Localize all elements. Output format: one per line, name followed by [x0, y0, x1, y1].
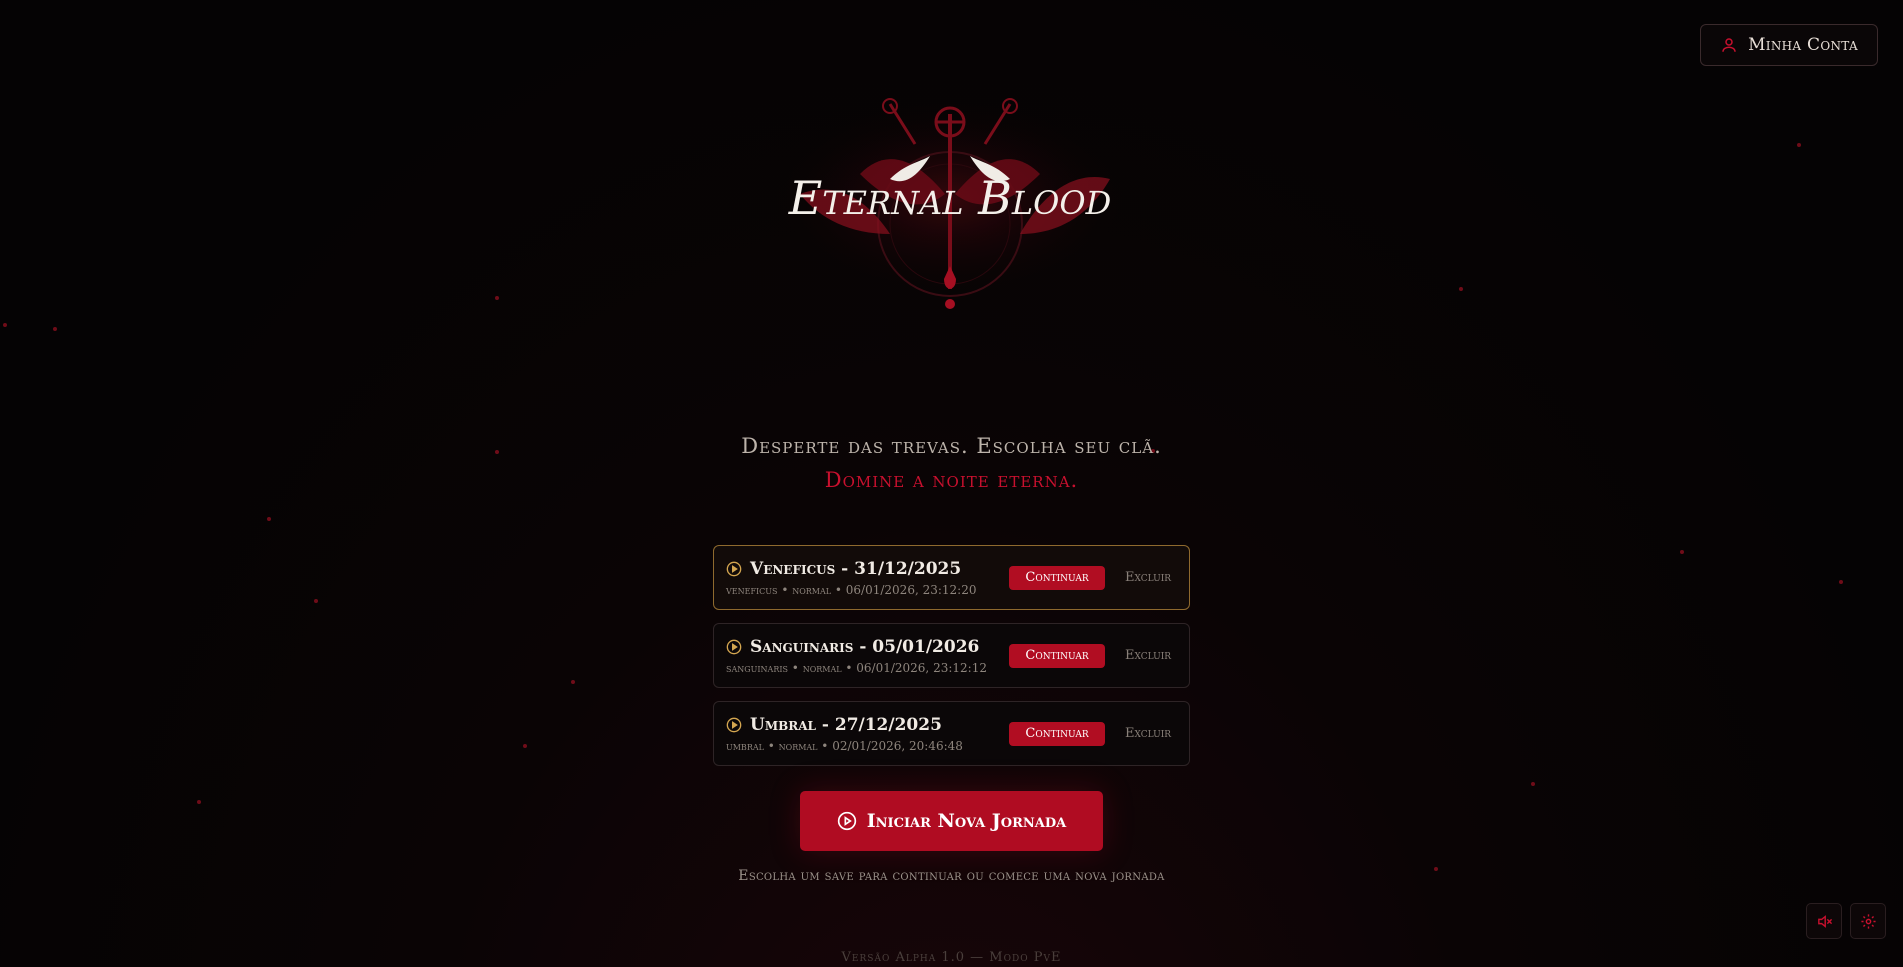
delete-button[interactable]: Excluir	[1125, 726, 1175, 741]
save-title-text: Veneficus - 31/12/2025	[750, 558, 962, 579]
save-card[interactable]: Veneficus - 31/12/2025 veneficus • norma…	[713, 545, 1190, 610]
save-meta: sanguinaris • normal • 06/01/2026, 23:12…	[726, 660, 987, 675]
ember-particle	[1839, 580, 1843, 584]
save-list: Veneficus - 31/12/2025 veneficus • norma…	[713, 545, 1190, 779]
play-circle-icon	[726, 639, 742, 654]
save-meta: umbral • normal • 02/01/2026, 20:46:48	[726, 738, 963, 753]
ember-particle	[495, 296, 499, 300]
save-title: Veneficus - 31/12/2025	[726, 559, 1009, 579]
ember-particle	[1531, 782, 1535, 786]
play-circle-icon	[726, 717, 742, 732]
ember-particle	[3, 323, 7, 327]
game-logo: Eternal Blood	[760, 94, 1140, 309]
ember-particle	[1680, 550, 1684, 554]
volume-mute-icon	[1817, 914, 1832, 928]
ember-particle	[1459, 287, 1463, 291]
save-info: Sanguinaris - 05/01/2026 sanguinaris • n…	[726, 637, 1009, 675]
save-title: Sanguinaris - 05/01/2026	[726, 637, 1009, 657]
save-title-text: Umbral - 27/12/2025	[750, 714, 942, 735]
save-title-text: Sanguinaris - 05/01/2026	[750, 636, 980, 657]
ember-particle	[523, 744, 527, 748]
account-label: Minha Conta	[1748, 35, 1858, 55]
user-icon	[1722, 38, 1736, 52]
ember-particle	[571, 680, 575, 684]
save-card[interactable]: Umbral - 27/12/2025 umbral • normal • 02…	[713, 701, 1190, 766]
gear-icon	[1860, 913, 1876, 929]
save-meta: veneficus • normal • 06/01/2026, 23:12:2…	[726, 582, 977, 597]
delete-button[interactable]: Excluir	[1125, 570, 1175, 585]
ember-particle	[267, 517, 271, 521]
save-info: Umbral - 27/12/2025 umbral • normal • 02…	[726, 715, 1009, 753]
logo-text: Eternal Blood	[788, 171, 1112, 225]
tagline-line-2: Domine a noite eterna.	[824, 468, 1079, 492]
tagline: Desperte das trevas. Escolha seu clã. Do…	[0, 434, 1903, 492]
new-journey-button[interactable]: Iniciar Nova Jornada	[800, 791, 1103, 851]
account-button[interactable]: Minha Conta	[1700, 24, 1878, 66]
play-circle-icon	[726, 561, 742, 576]
hint-text: Escolha um save para continuar ou comece…	[738, 868, 1165, 884]
ember-particle	[1797, 143, 1801, 147]
ember-particle	[197, 800, 201, 804]
play-circle-icon	[837, 811, 856, 831]
continue-button[interactable]: Continuar	[1009, 565, 1105, 590]
tagline-line-1: Desperte das trevas. Escolha seu clã.	[741, 434, 1162, 458]
ember-particle	[314, 599, 318, 603]
mute-button[interactable]	[1806, 903, 1842, 939]
new-journey-label: Iniciar Nova Jornada	[866, 810, 1067, 832]
version-text: Versão Alpha 1.0 — Modo PvE	[841, 950, 1062, 965]
settings-button[interactable]	[1850, 903, 1886, 939]
save-title: Umbral - 27/12/2025	[726, 715, 1009, 735]
delete-button[interactable]: Excluir	[1125, 648, 1175, 663]
continue-button[interactable]: Continuar	[1009, 721, 1105, 746]
continue-button[interactable]: Continuar	[1009, 643, 1105, 668]
save-info: Veneficus - 31/12/2025 veneficus • norma…	[726, 559, 1009, 597]
save-card[interactable]: Sanguinaris - 05/01/2026 sanguinaris • n…	[713, 623, 1190, 688]
ember-particle	[53, 327, 57, 331]
